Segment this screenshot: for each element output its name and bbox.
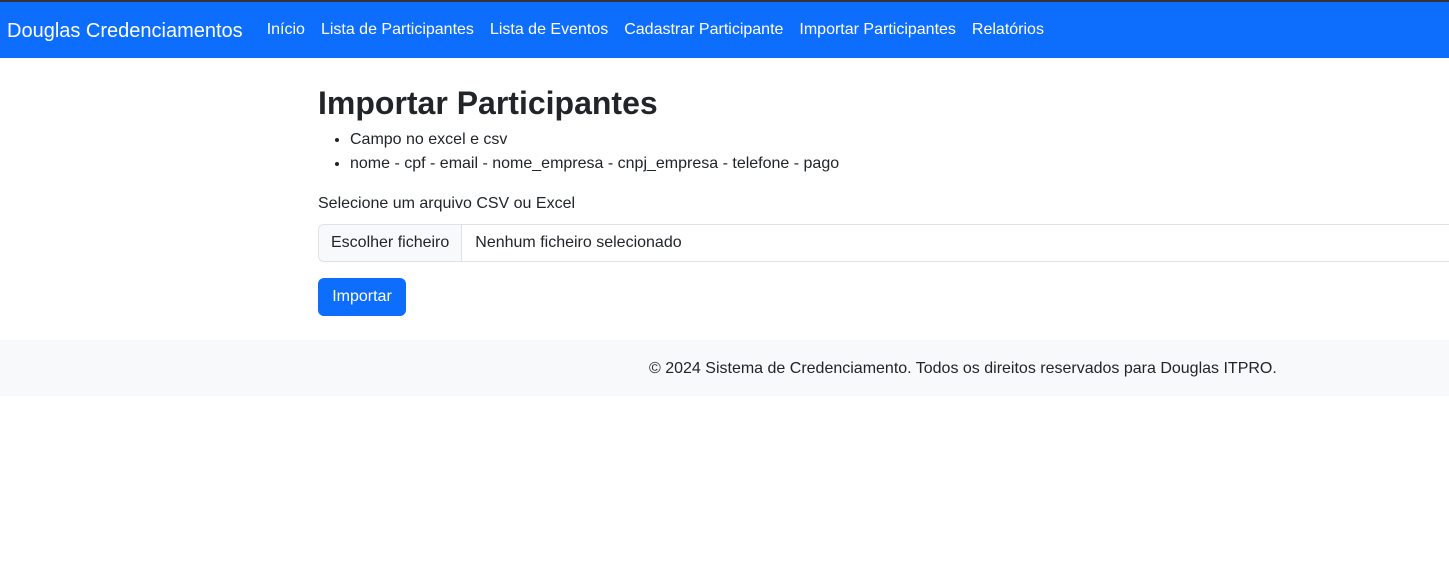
- nav-link-importar-participantes[interactable]: Importar Participantes: [791, 21, 964, 39]
- field-info-list: Campo no excel e csv nome - cpf - email …: [318, 128, 839, 176]
- file-input[interactable]: Escolher ficheiro Nenhum ficheiro seleci…: [318, 224, 1449, 262]
- navbar: Douglas Credenciamentos Início Lista de …: [0, 2, 1449, 58]
- list-item: nome - cpf - email - nome_empresa - cnpj…: [350, 152, 839, 176]
- page-title: Importar Participantes: [318, 85, 658, 121]
- file-input-label: Selecione um arquivo CSV ou Excel: [318, 195, 576, 212]
- list-item: Campo no excel e csv: [350, 128, 839, 152]
- file-status-text: Nenhum ficheiro selecionado: [475, 234, 682, 251]
- nav-link-lista-participantes[interactable]: Lista de Participantes: [313, 21, 482, 39]
- nav-link-relatorios[interactable]: Relatórios: [964, 21, 1052, 39]
- nav-link-inicio[interactable]: Início: [259, 21, 313, 39]
- footer: © 2024 Sistema de Credenciamento. Todos …: [0, 340, 1449, 396]
- choose-file-button[interactable]: Escolher ficheiro: [319, 225, 463, 261]
- nav-link-cadastrar-participante[interactable]: Cadastrar Participante: [616, 21, 791, 39]
- footer-copyright: © 2024 Sistema de Credenciamento. Todos …: [649, 360, 1277, 377]
- import-button[interactable]: Importar: [318, 278, 406, 316]
- nav-link-lista-eventos[interactable]: Lista de Eventos: [482, 21, 616, 39]
- nav-links: Início Lista de Participantes Lista de E…: [259, 21, 1052, 39]
- navbar-brand[interactable]: Douglas Credenciamentos: [7, 20, 243, 43]
